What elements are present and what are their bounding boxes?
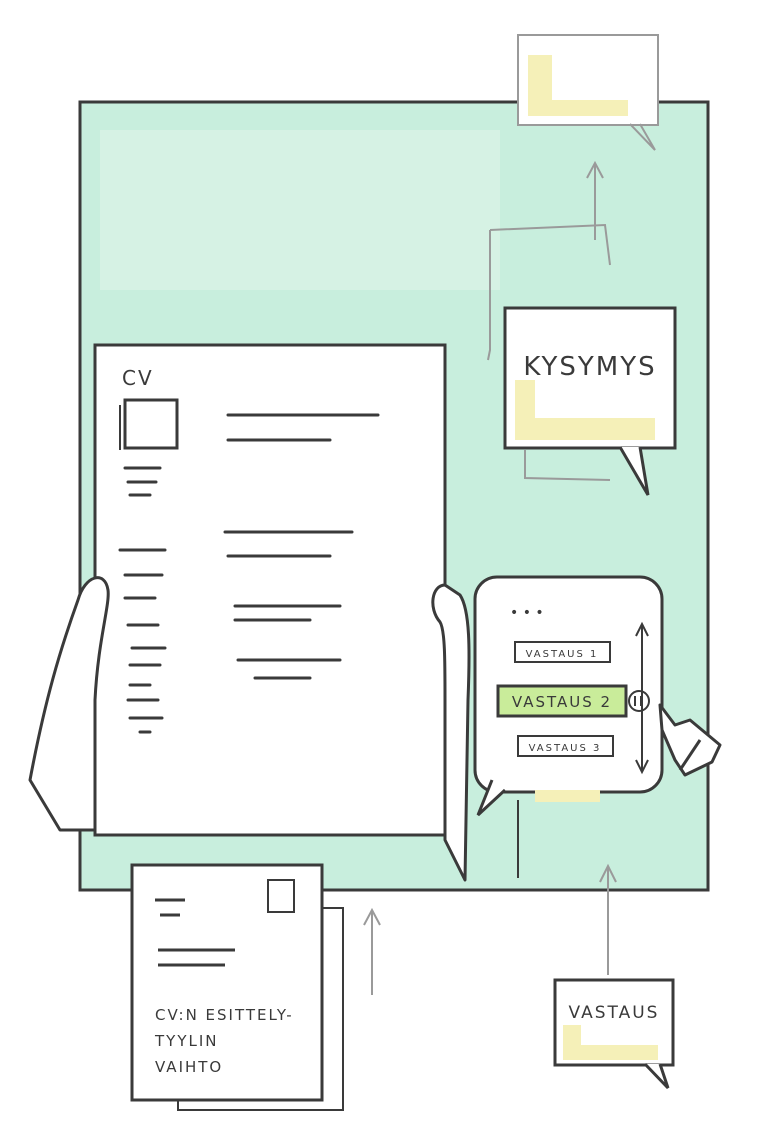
answer-option-3[interactable]: VASTAUS 3 xyxy=(517,735,614,757)
concept-sketch: KYSYMYS CV • • • VASTAUS 1 VASTAUS 2 VAS… xyxy=(28,34,722,1111)
arrow-right-icon[interactable] xyxy=(628,690,650,712)
hand-icon xyxy=(28,576,110,832)
answer-option-3-label: VASTAUS 3 xyxy=(529,743,602,754)
answer-option-2-label: VASTAUS 2 xyxy=(512,693,612,711)
cv-document: CV xyxy=(93,343,447,837)
answer-bubble: VASTAUS xyxy=(553,978,675,1090)
cv-label: CV xyxy=(122,366,154,390)
answer-option-2-selected[interactable]: VASTAUS 2 xyxy=(496,684,628,718)
answer-option-1-label: VASTAUS 1 xyxy=(526,649,599,660)
arrow-up-icon-2 xyxy=(363,907,381,995)
style-switch-card[interactable]: CV:N ESITTELY- TYYLIN VAIHTO xyxy=(130,863,344,1111)
style-switch-line-3: VAIHTO xyxy=(155,1058,223,1076)
question-label: KYSYMYS xyxy=(523,352,656,382)
answer-option-1[interactable]: VASTAUS 1 xyxy=(514,641,611,663)
typing-indicator: • • • xyxy=(510,605,544,621)
cv-photo-icon xyxy=(119,398,179,450)
style-switch-line-1: CV:N ESITTELY- xyxy=(155,1006,294,1024)
style-switch-line-2: TYYLIN xyxy=(154,1032,219,1050)
answer-label: VASTAUS xyxy=(569,1003,660,1023)
